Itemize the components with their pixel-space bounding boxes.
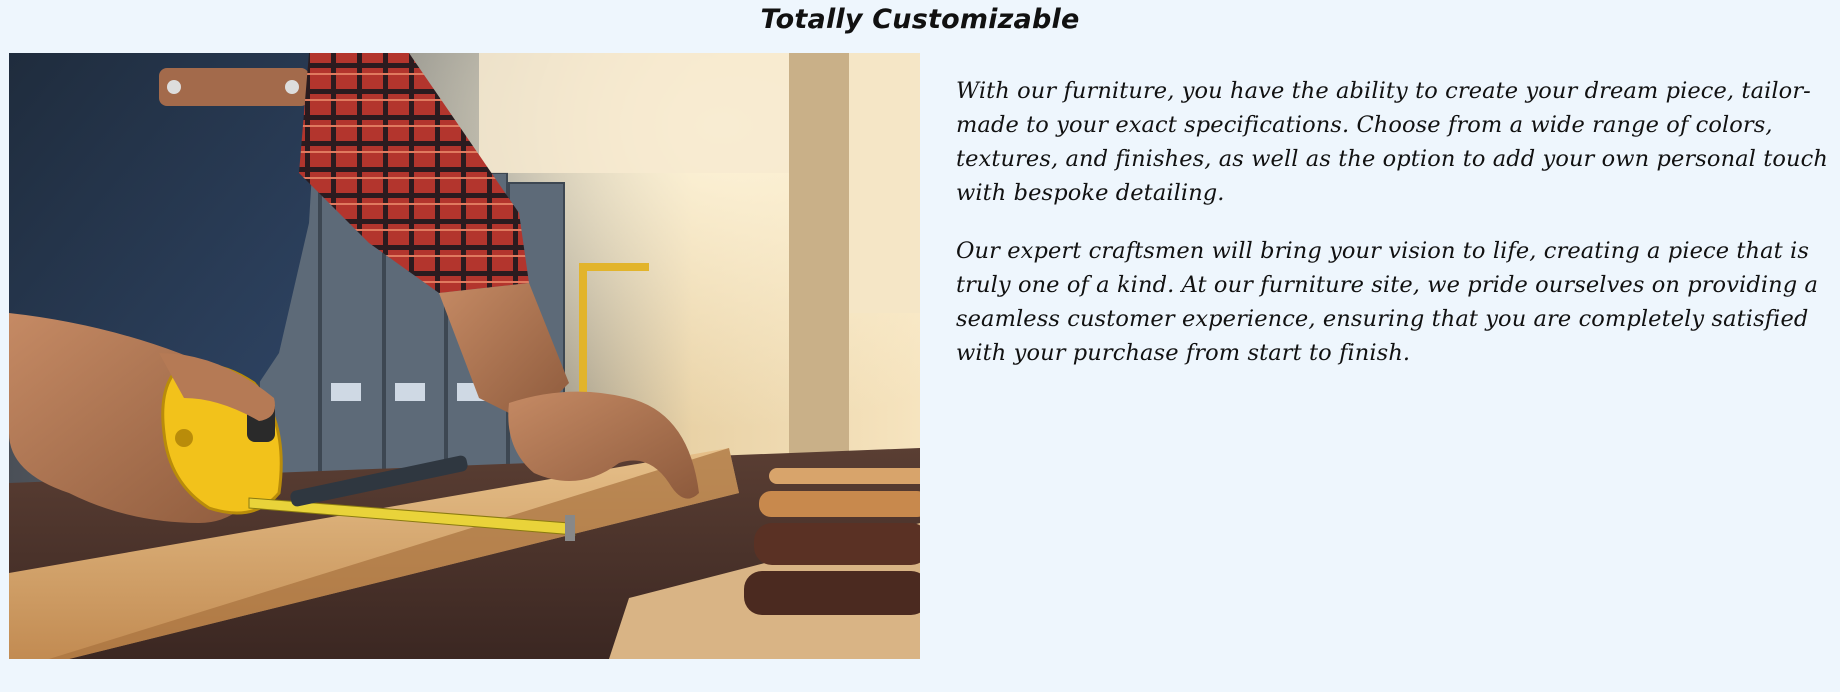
workshop-photo — [9, 53, 920, 659]
paragraph-1: With our furniture, you have the ability… — [956, 78, 1828, 206]
section-title: Totally Customizable — [760, 4, 1080, 35]
section-copy: With our furniture, you have the ability… — [956, 74, 1832, 394]
customization-section: Totally Customizable With our furniture,… — [0, 0, 1840, 692]
paragraph-2: Our expert craftsmen will bring your vis… — [956, 238, 1818, 366]
